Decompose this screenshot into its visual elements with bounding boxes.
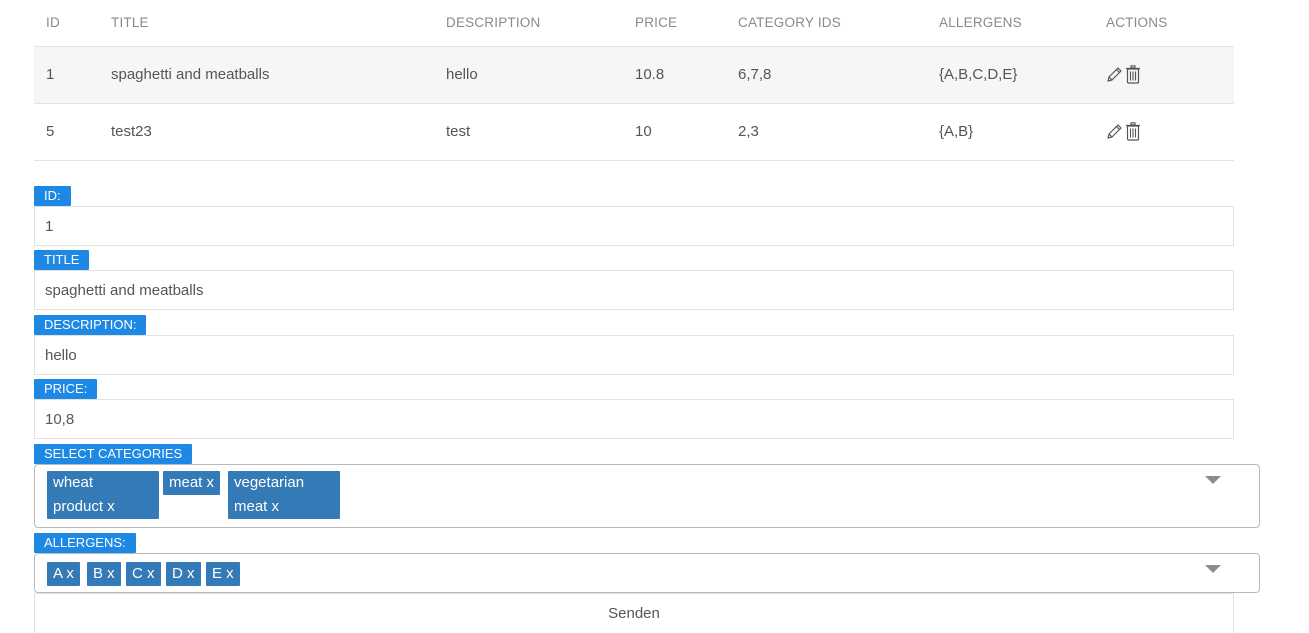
- cell-price: 10: [623, 103, 726, 161]
- table-row: 1 spaghetti and meatballs hello 10.8 6,7…: [34, 46, 1234, 104]
- category-chip[interactable]: vegetarian meat x: [228, 471, 340, 519]
- products-table: ID TITLE DESCRIPTION PRICE CATEGORY IDS …: [34, 0, 1234, 161]
- allergen-chip[interactable]: D x: [166, 562, 201, 586]
- page: ID TITLE DESCRIPTION PRICE CATEGORY IDS …: [0, 0, 1309, 633]
- cell-description: hello: [434, 46, 623, 104]
- cell-actions: [1094, 46, 1234, 104]
- header-allergens: ALLERGENS: [927, 0, 1094, 47]
- submit-button[interactable]: Senden: [34, 593, 1234, 633]
- cell-price: 10.8: [623, 46, 726, 104]
- description-label: DESCRIPTION:: [34, 315, 147, 335]
- categories-label: SELECT CATEGORIES: [34, 444, 193, 464]
- category-chip[interactable]: meat x: [163, 471, 221, 495]
- allergen-chip[interactable]: A x: [47, 562, 80, 586]
- cell-category-ids: 6,7,8: [726, 46, 927, 104]
- cell-actions: [1094, 103, 1234, 161]
- header-price: PRICE: [623, 0, 726, 47]
- cell-allergens: {A,B}: [927, 103, 1094, 161]
- header-title: TITLE: [99, 0, 434, 47]
- trash-icon[interactable]: [1125, 122, 1141, 141]
- header-category-ids: CATEGORY IDS: [726, 0, 927, 47]
- allergen-chip[interactable]: C x: [126, 562, 161, 586]
- allergen-chip[interactable]: E x: [206, 562, 240, 586]
- row-actions: [1106, 65, 1234, 84]
- price-field[interactable]: [34, 399, 1234, 439]
- cell-description: test: [434, 103, 623, 161]
- cell-id: 1: [34, 46, 99, 104]
- cell-title: test23: [99, 103, 434, 161]
- pencil-icon[interactable]: [1106, 66, 1123, 83]
- header-actions: ACTIONS: [1094, 0, 1234, 47]
- title-label: TITLE: [34, 250, 90, 270]
- row-actions: [1106, 122, 1234, 141]
- id-field[interactable]: [34, 206, 1234, 246]
- categories-multiselect[interactable]: wheat product x meat x vegetarian meat x: [34, 464, 1260, 528]
- trash-icon[interactable]: [1125, 65, 1141, 84]
- cell-category-ids: 2,3: [726, 103, 927, 161]
- chevron-down-icon[interactable]: [1205, 565, 1221, 573]
- pencil-icon[interactable]: [1106, 123, 1123, 140]
- title-field[interactable]: [34, 270, 1234, 310]
- description-field[interactable]: [34, 335, 1234, 375]
- allergens-label: ALLERGENS:: [34, 533, 136, 553]
- cell-allergens: {A,B,C,D,E}: [927, 46, 1094, 104]
- header-description: DESCRIPTION: [434, 0, 623, 47]
- table-row: 5 test23 test 10 2,3 {A,B}: [34, 103, 1234, 161]
- category-chip[interactable]: wheat product x: [47, 471, 159, 519]
- cell-title: spaghetti and meatballs: [99, 46, 434, 104]
- price-label: PRICE:: [34, 379, 98, 399]
- table-header-row: ID TITLE DESCRIPTION PRICE CATEGORY IDS …: [34, 0, 1234, 47]
- id-label: ID:: [34, 186, 71, 206]
- header-id: ID: [34, 0, 99, 47]
- allergens-multiselect[interactable]: A x B x C x D x E x: [34, 553, 1260, 593]
- chevron-down-icon[interactable]: [1205, 476, 1221, 484]
- allergen-chip[interactable]: B x: [87, 562, 121, 586]
- cell-id: 5: [34, 103, 99, 161]
